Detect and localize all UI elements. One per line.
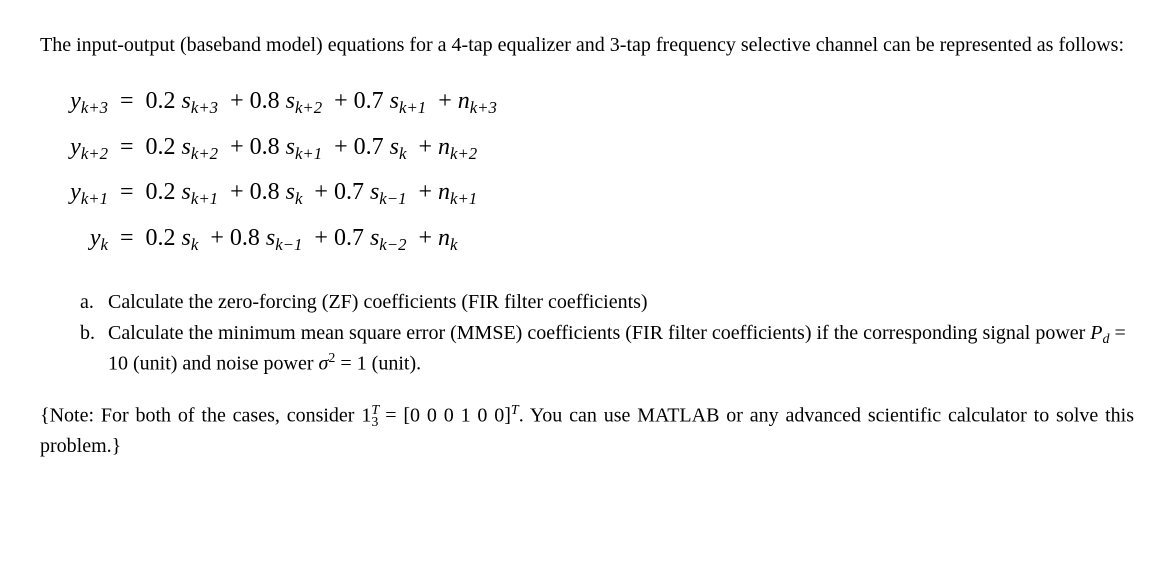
part-a-text: Calculate the zero-forcing (ZF) coeffici… bbox=[108, 289, 648, 316]
list-marker-a: a. bbox=[80, 289, 108, 316]
equation-row: yk = 0.2 sk + 0.8 sk−1 + 0.7 sk−2 + nk bbox=[40, 216, 1134, 262]
equation-row: yk+2 = 0.2 sk+2 + 0.8 sk+1 + 0.7 sk + nk… bbox=[40, 125, 1134, 171]
question-list: a. Calculate the zero-forcing (ZF) coeff… bbox=[80, 289, 1134, 378]
note-text: {Note: For both of the cases, consider 1… bbox=[40, 402, 1134, 460]
part-b-text: Calculate the minimum mean square error … bbox=[108, 320, 1134, 378]
list-marker-b: b. bbox=[80, 320, 108, 378]
equation-row: yk+3 = 0.2 sk+3 + 0.8 sk+2 + 0.7 sk+1 + … bbox=[40, 79, 1134, 125]
equation-row: yk+1 = 0.2 sk+1 + 0.8 sk + 0.7 sk−1 + nk… bbox=[40, 170, 1134, 216]
list-item: b. Calculate the minimum mean square err… bbox=[80, 320, 1134, 378]
intro-text: The input-output (baseband model) equati… bbox=[40, 32, 1134, 59]
equation-block: yk+3 = 0.2 sk+3 + 0.8 sk+2 + 0.7 sk+1 + … bbox=[40, 79, 1134, 261]
list-item: a. Calculate the zero-forcing (ZF) coeff… bbox=[80, 289, 1134, 316]
